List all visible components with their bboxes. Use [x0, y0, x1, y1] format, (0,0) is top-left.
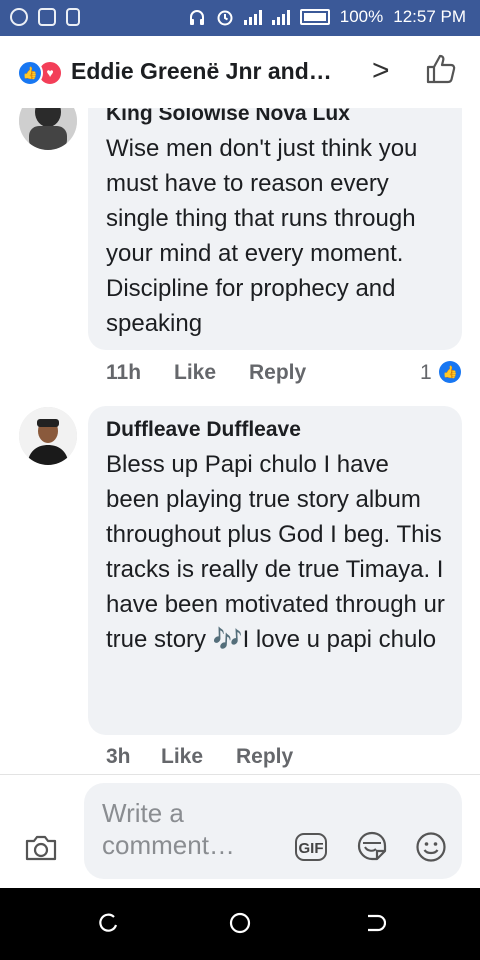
- comment-bubble[interactable]: Duffleave Duffleave Bless up Papi chulo …: [88, 406, 462, 735]
- header-title[interactable]: Eddie Greenë Jnr and…: [71, 58, 332, 85]
- status-right: 100% 12:57 PM: [188, 7, 466, 27]
- sticker-icon[interactable]: [355, 829, 389, 863]
- status-bar: 100% 12:57 PM: [0, 0, 480, 36]
- headphones-icon: [189, 10, 204, 25]
- comment-author[interactable]: Duffleave Duffleave: [106, 418, 301, 442]
- battery-percent: 100%: [339, 7, 384, 26]
- comment-author[interactable]: King Solowise Nova Lux: [106, 108, 350, 126]
- avatar[interactable]: [19, 407, 77, 465]
- reply-button[interactable]: Reply: [236, 745, 293, 769]
- avatar[interactable]: [19, 108, 77, 150]
- whatsapp-icon: [10, 8, 28, 26]
- signal-icon: [243, 9, 262, 25]
- comment-bubble[interactable]: King Solowise Nova Lux Wise men don't ju…: [88, 108, 462, 350]
- status-time: 12:57 PM: [393, 7, 466, 26]
- emoji-icon[interactable]: [415, 831, 447, 863]
- camera-icon[interactable]: [24, 834, 58, 862]
- comment-input[interactable]: Write a comment… GIF: [84, 783, 462, 879]
- like-badge-icon: 👍: [439, 361, 461, 383]
- recent-apps-icon[interactable]: [96, 911, 120, 935]
- status-left-icons: [10, 8, 80, 26]
- reply-button[interactable]: Reply: [249, 361, 306, 385]
- reaction-count[interactable]: 1: [420, 361, 432, 385]
- like-reaction-icon: 👍: [17, 60, 43, 86]
- divider: [0, 774, 480, 775]
- comment-placeholder[interactable]: Write a comment…: [102, 797, 272, 861]
- avatar-image: [19, 108, 77, 150]
- system-nav-bar: [0, 888, 480, 960]
- back-icon[interactable]: [362, 911, 386, 935]
- battery-icon: [299, 9, 330, 25]
- like-button[interactable]: Like: [161, 745, 203, 769]
- post-header: 👍 ♥ Eddie Greenë Jnr and… >: [0, 36, 480, 109]
- comment-time: 3h: [106, 745, 131, 768]
- avatar-image: [19, 407, 77, 465]
- home-icon[interactable]: [228, 911, 252, 935]
- comment-time: 11h: [106, 361, 142, 384]
- comments-list[interactable]: King Solowise Nova Lux Wise men don't ju…: [0, 108, 480, 774]
- message-icon: [38, 8, 56, 26]
- alarm-icon: [217, 10, 233, 26]
- sim-icon: [66, 8, 80, 26]
- thumbs-up-outline-icon[interactable]: [424, 52, 458, 86]
- comment-text: Wise men don't just think you must have …: [106, 135, 418, 337]
- signal-icon: [271, 9, 290, 25]
- chevron-right-icon[interactable]: >: [372, 54, 390, 88]
- like-button[interactable]: Like: [174, 361, 216, 385]
- gif-icon[interactable]: GIF: [295, 833, 327, 861]
- comment-text: Bless up Papi chulo I have been playing …: [106, 451, 445, 653]
